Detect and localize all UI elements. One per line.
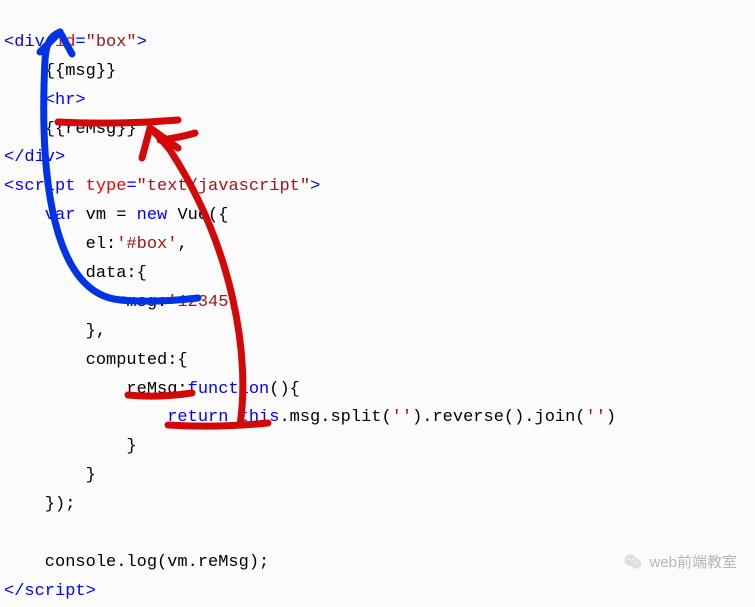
- code-line: el:'#box',: [4, 235, 188, 254]
- code-line: reMsg:function(){: [4, 380, 300, 399]
- code-line: {{msg}}: [4, 62, 116, 81]
- code-line: console.log(vm.reMsg);: [4, 553, 269, 572]
- code-line: }: [4, 437, 137, 456]
- code-block: <div id="box"> {{msg}} <hr> {{reMsg}} </…: [0, 0, 755, 607]
- code-line: },: [4, 322, 106, 341]
- code-line: <script: [4, 177, 75, 196]
- code-line: <div: [4, 33, 45, 52]
- code-line: return this.msg.split('').reverse().join…: [4, 408, 616, 427]
- code-line: }: [4, 466, 96, 485]
- watermark-text: web前端教室: [649, 550, 737, 576]
- code-line: {{reMsg}}: [4, 120, 137, 139]
- code-line: computed:{: [4, 351, 188, 370]
- code-line: data:{: [4, 264, 147, 283]
- code-line: });: [4, 495, 75, 514]
- code-line: msg:'12345': [4, 293, 239, 312]
- code-line: var vm = new Vue({: [4, 206, 228, 225]
- code-line: </script>: [4, 582, 96, 601]
- code-line: </div>: [4, 148, 65, 167]
- watermark: web前端教室: [623, 550, 737, 576]
- wechat-icon: [623, 552, 643, 572]
- code-line: <hr>: [4, 91, 86, 110]
